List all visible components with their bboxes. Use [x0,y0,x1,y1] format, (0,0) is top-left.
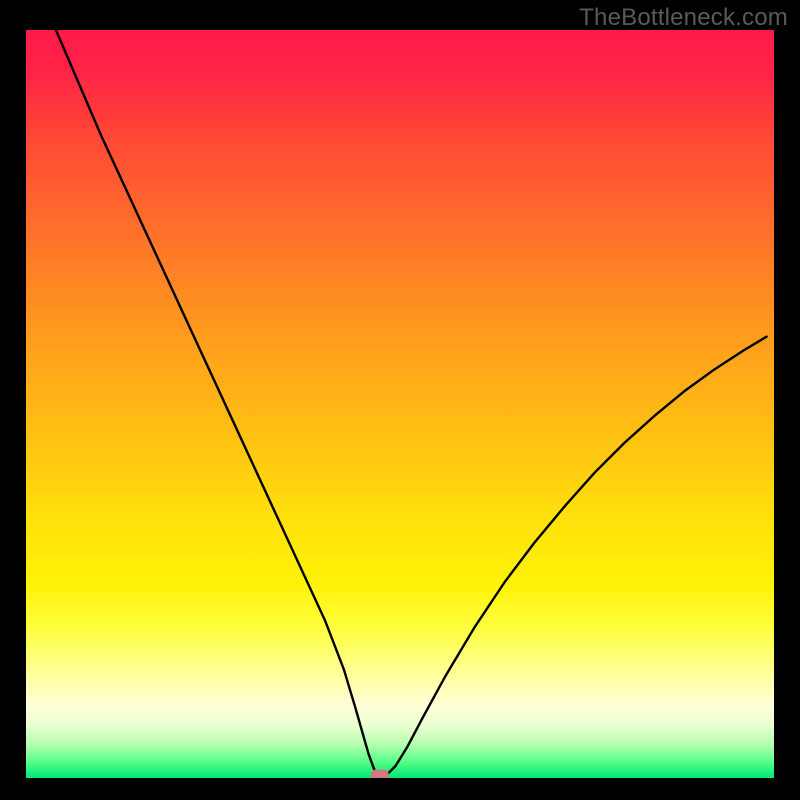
gradient-background [26,30,774,778]
watermark-text: TheBottleneck.com [579,4,788,32]
chart-frame: TheBottleneck.com [0,0,800,800]
bottleneck-chart [26,30,774,778]
plot-area [26,30,774,778]
optimum-marker [371,770,389,778]
